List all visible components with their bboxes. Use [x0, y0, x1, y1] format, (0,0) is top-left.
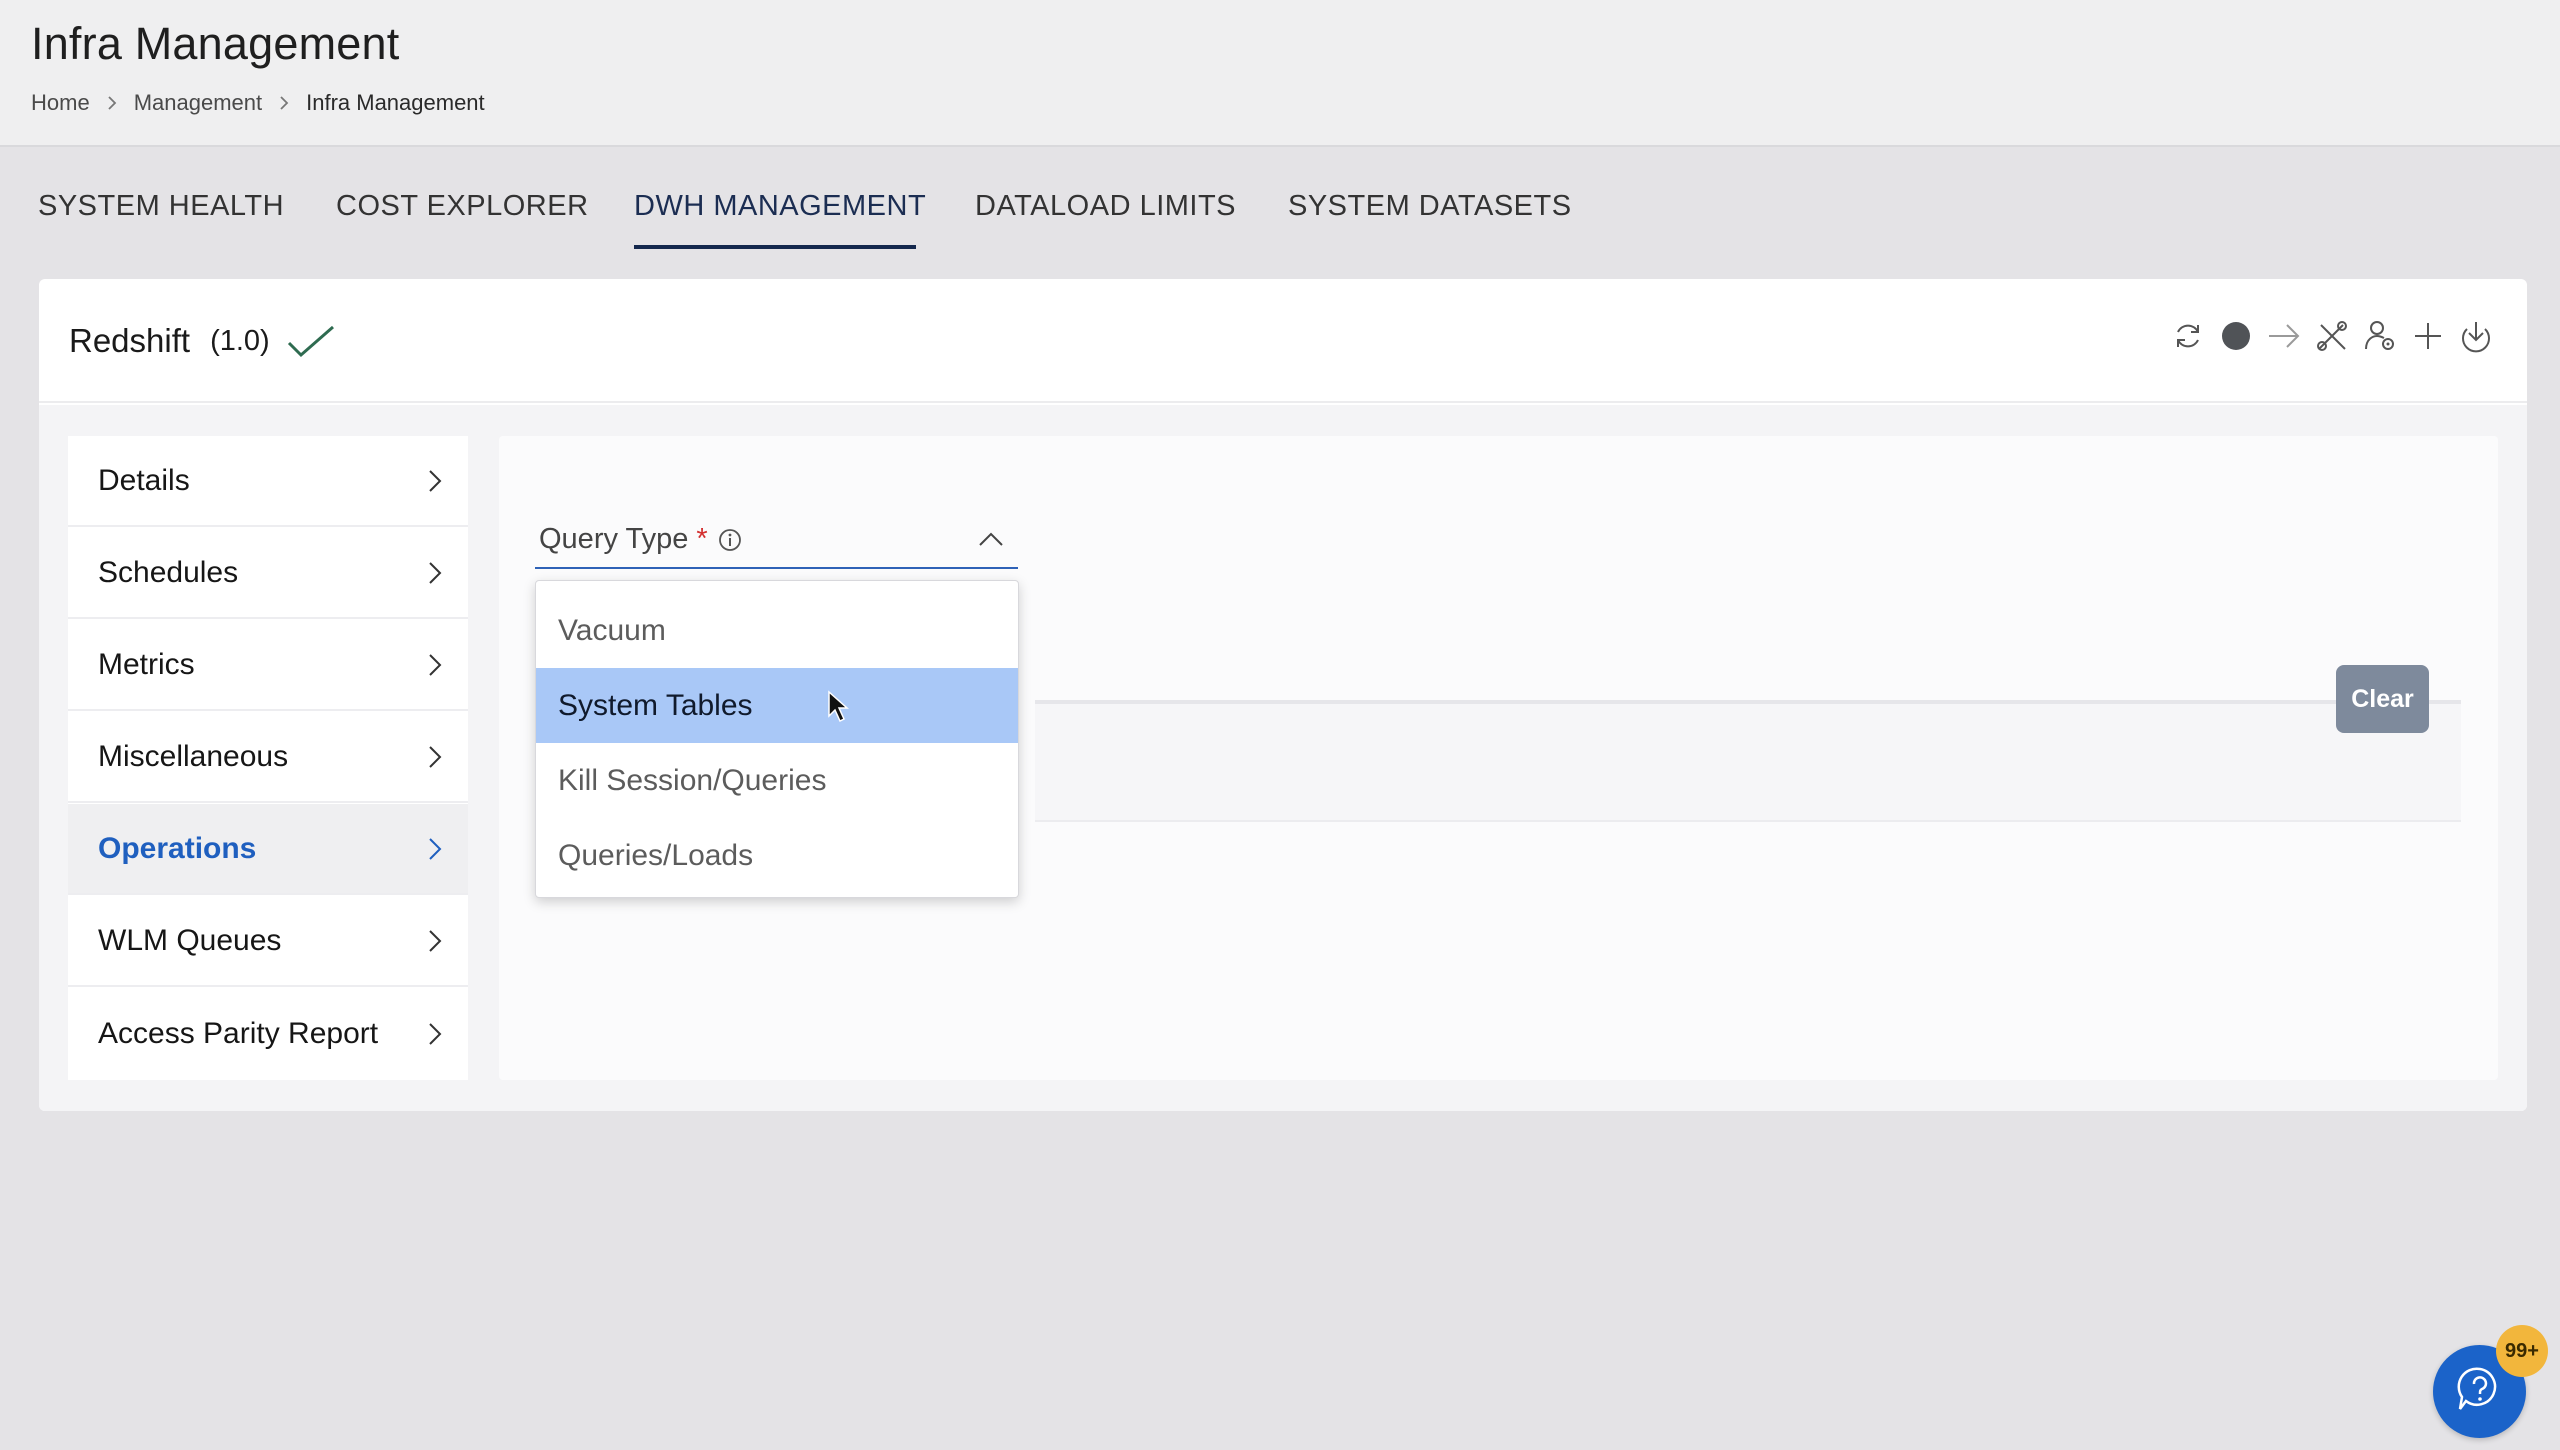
chevron-right-icon: [107, 95, 117, 111]
card-body: Details Schedules Metrics Miscellaneous …: [39, 405, 2527, 1111]
sidebar-item-label: Access Parity Report: [98, 1016, 379, 1050]
sidebar-item-metrics[interactable]: Metrics: [68, 620, 468, 711]
chat-help-icon: [2454, 1363, 2506, 1420]
redshift-card: Redshift (1.0) Details Schedules Metrics…: [39, 279, 2527, 1111]
page-title: Infra Management: [31, 18, 400, 69]
notification-badge: 99+: [2496, 1325, 2548, 1377]
query-type-option-queries-loads[interactable]: Queries/Loads: [536, 818, 1018, 893]
query-type-option-kill-session[interactable]: Kill Session/Queries: [536, 743, 1018, 818]
card-title: Redshift (1.0): [69, 322, 336, 360]
breadcrumb: Home Management Infra Management: [31, 90, 485, 116]
sidebar-item-miscellaneous[interactable]: Miscellaneous: [68, 712, 468, 803]
user-settings-icon[interactable]: [2363, 319, 2397, 353]
clear-button[interactable]: Clear: [2336, 665, 2429, 733]
mouse-cursor-icon: [827, 690, 851, 729]
sidebar-item-label: Details: [98, 463, 190, 497]
breadcrumb-management[interactable]: Management: [134, 90, 262, 116]
sidebar-item-label: WLM Queues: [98, 923, 282, 957]
download-icon[interactable]: [2459, 319, 2493, 353]
chevron-right-icon: [428, 745, 442, 769]
tab-cost-explorer[interactable]: COST EXPLORER: [336, 190, 589, 223]
chevron-right-icon: [428, 561, 442, 585]
page-header: Infra Management Home Management Infra M…: [0, 0, 2560, 147]
arrow-right-icon[interactable]: [2267, 319, 2301, 353]
required-marker: *: [696, 523, 708, 555]
tools-icon[interactable]: [2315, 319, 2349, 353]
info-icon[interactable]: [718, 528, 742, 552]
tab-dwh-management[interactable]: DWH MANAGEMENT: [634, 190, 926, 223]
tab-system-health[interactable]: SYSTEM HEALTH: [38, 190, 284, 223]
breadcrumb-current: Infra Management: [306, 90, 485, 115]
cluster-name: Redshift: [69, 322, 191, 359]
sidebar-item-details[interactable]: Details: [68, 436, 468, 527]
plus-icon[interactable]: [2411, 319, 2445, 353]
query-type-dropdown: Vacuum System Tables Kill Session/Querie…: [535, 580, 1019, 898]
sidebar-item-label: Metrics: [98, 647, 195, 681]
tab-bar: SYSTEM HEALTH COST EXPLORER DWH MANAGEME…: [0, 150, 2560, 250]
refresh-icon[interactable]: [2171, 319, 2205, 353]
chevron-right-icon: [428, 469, 442, 493]
card-header: Redshift (1.0): [39, 279, 2527, 403]
sidebar-item-access-parity-report[interactable]: Access Parity Report: [68, 988, 468, 1079]
query-type-option-system-tables[interactable]: System Tables: [536, 668, 1018, 743]
cluster-version: (1.0): [210, 324, 270, 357]
side-nav: Details Schedules Metrics Miscellaneous …: [68, 436, 468, 1080]
query-type-option-vacuum[interactable]: Vacuum: [536, 593, 1018, 668]
query-type-select[interactable]: Query Type *: [535, 509, 1018, 569]
breadcrumb-home[interactable]: Home: [31, 90, 90, 116]
query-results-area: [1035, 620, 2461, 822]
card-toolbar: [2171, 319, 2493, 353]
sidebar-item-label: Operations: [98, 831, 257, 865]
sidebar-item-label: Schedules: [98, 555, 239, 589]
results-placeholder: [1035, 704, 2461, 822]
sidebar-item-wlm-queues[interactable]: WLM Queues: [68, 896, 468, 987]
check-icon: [286, 323, 336, 359]
chevron-right-icon: [428, 1022, 442, 1046]
sidebar-item-schedules[interactable]: Schedules: [68, 528, 468, 619]
tab-dataload-limits[interactable]: DATALOAD LIMITS: [975, 190, 1236, 223]
chevron-up-icon[interactable]: [978, 531, 1004, 547]
chevron-right-icon: [428, 929, 442, 953]
active-tab-indicator: [634, 245, 916, 249]
chevron-right-icon: [428, 653, 442, 677]
query-type-label: Query Type *: [539, 523, 742, 556]
sidebar-item-label: Miscellaneous: [98, 739, 289, 773]
tab-system-datasets[interactable]: SYSTEM DATASETS: [1288, 190, 1572, 223]
query-type-label-text: Query Type: [539, 523, 689, 555]
sidebar-item-operations[interactable]: Operations: [68, 804, 468, 895]
status-dot-icon: [2219, 319, 2253, 353]
chevron-right-icon: [428, 837, 442, 861]
chevron-right-icon: [279, 95, 289, 111]
